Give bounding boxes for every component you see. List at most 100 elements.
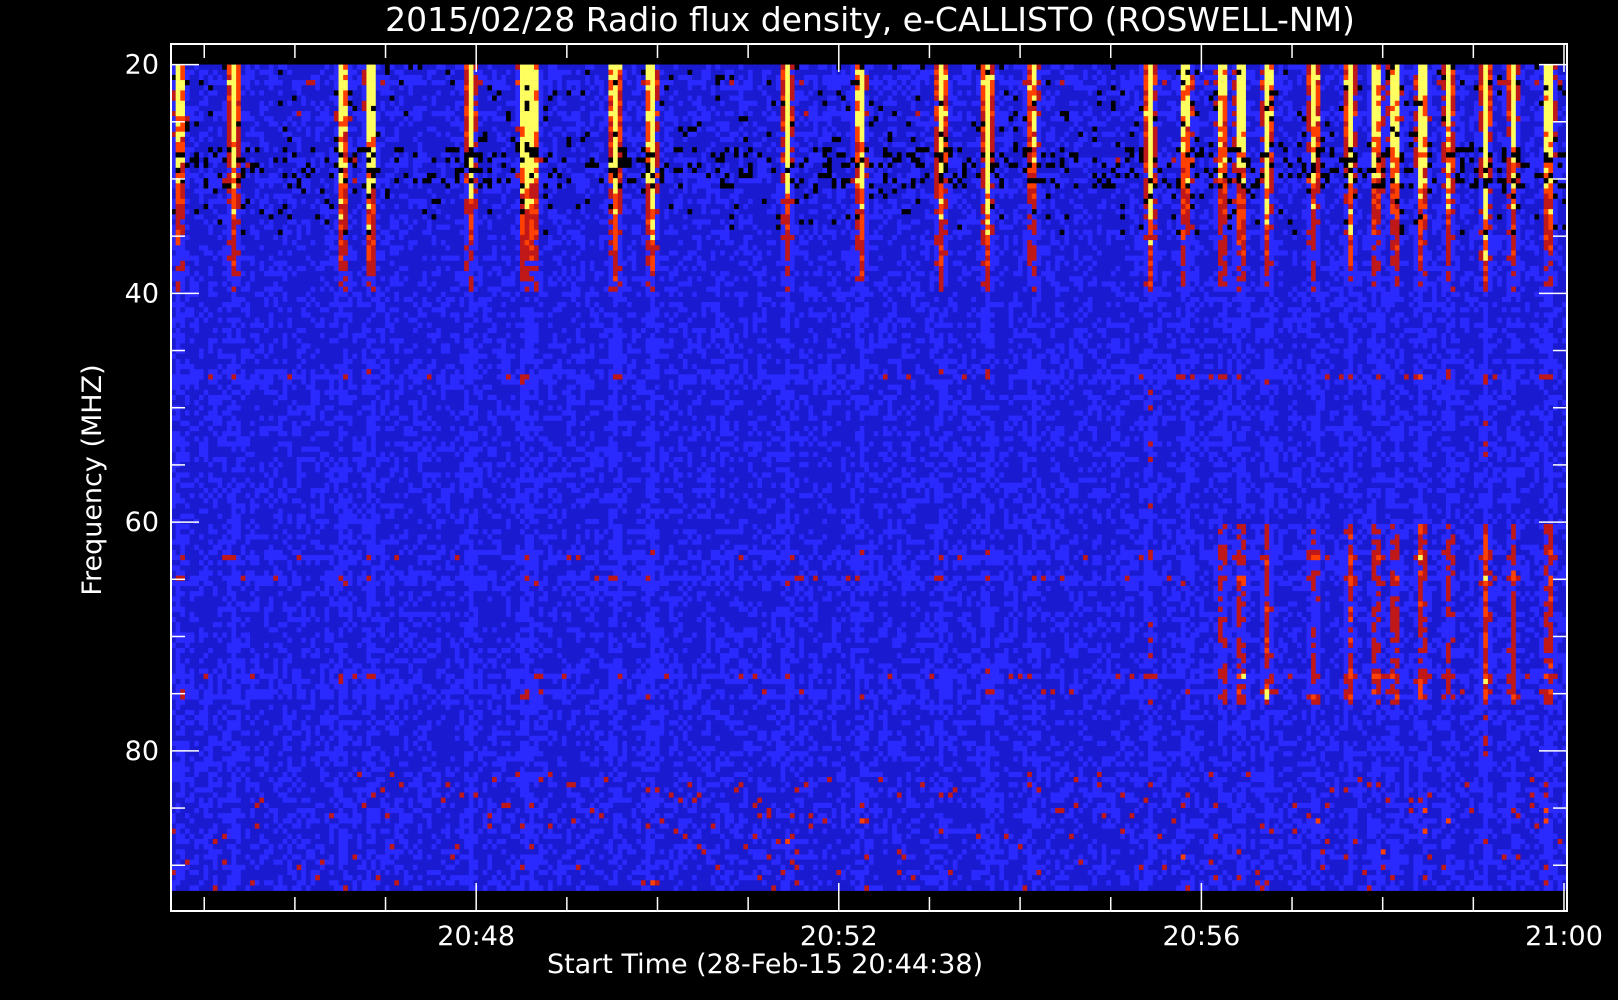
spectrogram-cell xyxy=(515,65,520,70)
spectrogram-cell xyxy=(320,75,325,80)
spectrogram-cell xyxy=(539,70,544,75)
spectrogram-cell xyxy=(850,65,855,70)
spectrogram-cell xyxy=(325,75,330,80)
spectrogram-cell xyxy=(469,70,474,75)
spectrogram-cell xyxy=(436,65,441,70)
spectrogram-cell xyxy=(1446,70,1451,75)
spectrogram-cell xyxy=(371,65,376,70)
spectrogram-cell xyxy=(1060,65,1065,70)
spectrogram-cell xyxy=(404,65,409,70)
spectrogram-cell xyxy=(683,65,688,70)
spectrogram-cell xyxy=(939,70,944,75)
spectrogram-cell xyxy=(781,75,786,80)
spectrogram-cell xyxy=(916,70,921,75)
spectrogram-cell xyxy=(1092,70,1097,75)
spectrogram-cell xyxy=(1330,70,1335,75)
spectrogram-cell xyxy=(245,70,250,75)
spectrogram-cell xyxy=(1106,70,1111,75)
spectrogram-cell xyxy=(762,75,767,80)
spectrogram-cell xyxy=(743,65,748,70)
spectrogram-cell xyxy=(487,75,492,80)
spectrogram-cell xyxy=(1348,70,1353,75)
spectrogram-cell xyxy=(1055,70,1060,75)
spectrogram-cell xyxy=(408,65,413,70)
spectrogram-cell xyxy=(776,70,781,75)
spectrogram-cell xyxy=(1297,65,1302,70)
spectrogram-cell xyxy=(813,65,818,70)
spectrogram-cell xyxy=(743,75,748,80)
spectrogram-cell xyxy=(608,65,613,70)
spectrogram-cell xyxy=(1148,70,1153,75)
spectrogram-cell xyxy=(1213,70,1218,75)
spectrogram-cell xyxy=(827,75,832,80)
spectrogram-cell xyxy=(352,75,357,80)
spectrogram-cell xyxy=(995,65,1000,70)
spectrogram-cell xyxy=(1525,65,1530,70)
spectrogram-cell xyxy=(520,65,525,70)
spectrogram-cell xyxy=(301,65,306,70)
spectrogram-cell xyxy=(450,75,455,80)
spectrogram-cell xyxy=(492,70,497,75)
spectrogram-cell xyxy=(1502,70,1507,75)
spectrogram-cell xyxy=(1348,65,1353,70)
spectrogram-cell xyxy=(855,70,860,75)
spectrogram-cell xyxy=(1548,70,1553,75)
spectrogram-cell xyxy=(943,70,948,75)
spectrogram-cell xyxy=(832,70,837,75)
spectrogram-cell xyxy=(571,70,576,75)
spectrogram-cell xyxy=(1171,65,1176,70)
spectrogram-cell xyxy=(501,65,506,70)
spectrogram-cell xyxy=(329,70,334,75)
spectrogram-cell xyxy=(767,70,772,75)
spectrogram-cell xyxy=(222,65,227,70)
spectrogram-cell xyxy=(795,75,800,80)
spectrogram-cell xyxy=(213,65,218,70)
spectrogram-cell xyxy=(301,75,306,80)
spectrogram-cell xyxy=(636,65,641,70)
spectrogram-cell xyxy=(259,75,264,80)
spectrogram-cell xyxy=(245,65,250,70)
spectrogram-cell xyxy=(585,65,590,70)
spectrogram-cell xyxy=(753,65,758,70)
spectrogram-cell xyxy=(557,70,562,75)
spectrogram-cell xyxy=(1399,65,1404,70)
spectrogram-cell xyxy=(180,65,185,70)
spectrogram-cell xyxy=(655,75,660,80)
spectrogram-cell xyxy=(334,65,339,70)
spectrogram-cell xyxy=(636,75,641,80)
spectrogram-cell xyxy=(390,70,395,75)
spectrogram-cell xyxy=(1423,70,1428,75)
spectrogram-cell xyxy=(455,65,460,70)
spectrogram-cell xyxy=(357,65,362,70)
spectrogram-cell xyxy=(1167,70,1172,75)
spectrogram-cell xyxy=(539,65,544,70)
spectrogram-cell xyxy=(594,65,599,70)
spectrogram-cell xyxy=(1479,65,1484,70)
spectrogram-cell xyxy=(1488,70,1493,75)
spectrogram-cell xyxy=(720,65,725,70)
spectrogram-cell xyxy=(590,75,595,80)
spectrogram-image xyxy=(171,65,1567,891)
spectrogram-cell xyxy=(185,70,190,75)
spectrogram-cell xyxy=(646,75,651,80)
spectrogram-cell xyxy=(1046,70,1051,75)
spectrogram-cell xyxy=(1171,70,1176,75)
spectrogram-cell xyxy=(1493,65,1498,70)
spectrogram-cell xyxy=(366,70,371,75)
spectrogram-cell xyxy=(776,75,781,80)
spectrogram-cell xyxy=(1465,65,1470,70)
spectrogram-cell xyxy=(1246,65,1251,70)
spectrogram-cell xyxy=(1413,70,1418,75)
spectrogram-cell xyxy=(725,65,730,70)
spectrogram-cell xyxy=(1372,65,1377,70)
spectrogram-cell xyxy=(385,65,390,70)
spectrogram-cell xyxy=(1325,65,1330,70)
spectrogram-cell xyxy=(981,70,986,75)
spectrogram-cell xyxy=(1232,70,1237,75)
spectrogram-cell xyxy=(1544,70,1549,75)
spectrogram-cell xyxy=(1167,65,1172,70)
spectrogram-cell xyxy=(1246,70,1251,75)
spectrogram-cell xyxy=(790,70,795,75)
spectrogram-cell xyxy=(1176,70,1181,75)
spectrogram-cell xyxy=(1060,70,1065,75)
